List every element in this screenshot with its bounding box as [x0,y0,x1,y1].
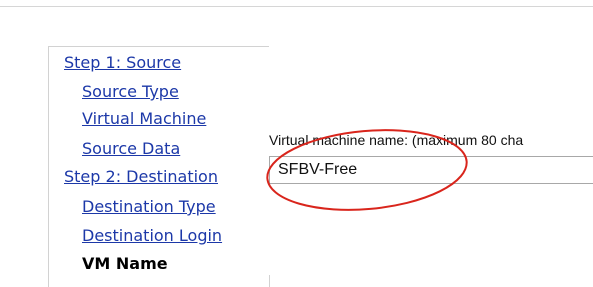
nav-vm-name-current: VM Name [82,254,168,273]
nav-destination-login[interactable]: Destination Login [82,226,222,246]
vm-name-label: Virtual machine name: (maximum 80 cha [269,132,524,148]
nav-virtual-machine[interactable]: Virtual Machine [82,109,206,129]
nav-source-data[interactable]: Source Data [82,139,180,159]
nav-destination-type[interactable]: Destination Type [82,197,216,217]
nav-source-type[interactable]: Source Type [82,82,179,102]
vm-name-input[interactable] [269,156,593,184]
top-divider [0,6,593,7]
nav-step2-destination[interactable]: Step 2: Destination [64,167,218,187]
nav-step1-source[interactable]: Step 1: Source [64,53,181,73]
wizard-steps-panel: Step 1: Source Source Type Virtual Machi… [48,46,270,287]
